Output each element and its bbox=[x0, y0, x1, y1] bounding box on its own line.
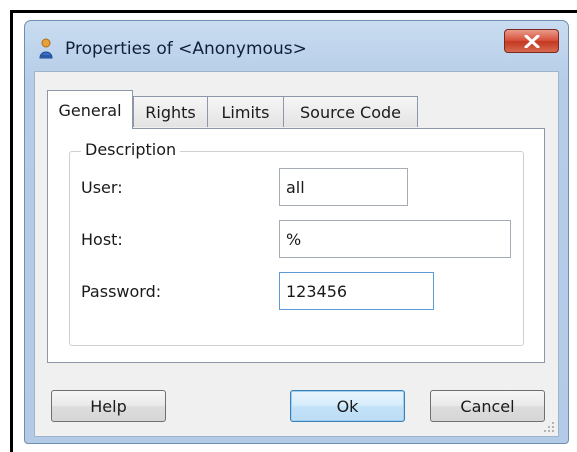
tab-limits[interactable]: Limits bbox=[207, 96, 284, 127]
tab-rights[interactable]: Rights bbox=[133, 96, 208, 127]
tab-label: General bbox=[58, 100, 122, 120]
dialog-client-area: General Rights Limits Source Code Descri… bbox=[34, 71, 559, 437]
user-field[interactable] bbox=[279, 168, 408, 206]
tab-source-code[interactable]: Source Code bbox=[283, 96, 418, 127]
general-tab-panel: Description User: Host: Password: bbox=[47, 128, 545, 363]
tab-label: Rights bbox=[145, 102, 196, 122]
close-icon bbox=[524, 35, 540, 48]
host-label: Host: bbox=[81, 230, 123, 249]
close-button[interactable] bbox=[504, 29, 559, 53]
user-label: User: bbox=[81, 178, 123, 197]
password-label: Password: bbox=[81, 282, 162, 301]
tab-general[interactable]: General bbox=[47, 90, 133, 129]
title-bar: Properties of <Anonymous> bbox=[25, 21, 568, 71]
tab-label: Source Code bbox=[300, 102, 401, 122]
ok-button[interactable]: Ok bbox=[290, 390, 405, 422]
description-groupbox: Description User: Host: Password: bbox=[69, 140, 524, 346]
resize-grip-icon[interactable] bbox=[543, 421, 555, 433]
password-field[interactable] bbox=[279, 272, 434, 310]
tab-label: Limits bbox=[221, 102, 270, 122]
cancel-button[interactable]: Cancel bbox=[430, 390, 545, 422]
host-field[interactable] bbox=[279, 220, 511, 258]
help-button[interactable]: Help bbox=[51, 390, 166, 422]
properties-dialog: Properties of <Anonymous> General Rights… bbox=[24, 20, 569, 444]
description-legend: Description bbox=[81, 140, 181, 159]
window-title: Properties of <Anonymous> bbox=[65, 39, 307, 59]
user-icon bbox=[38, 38, 54, 60]
